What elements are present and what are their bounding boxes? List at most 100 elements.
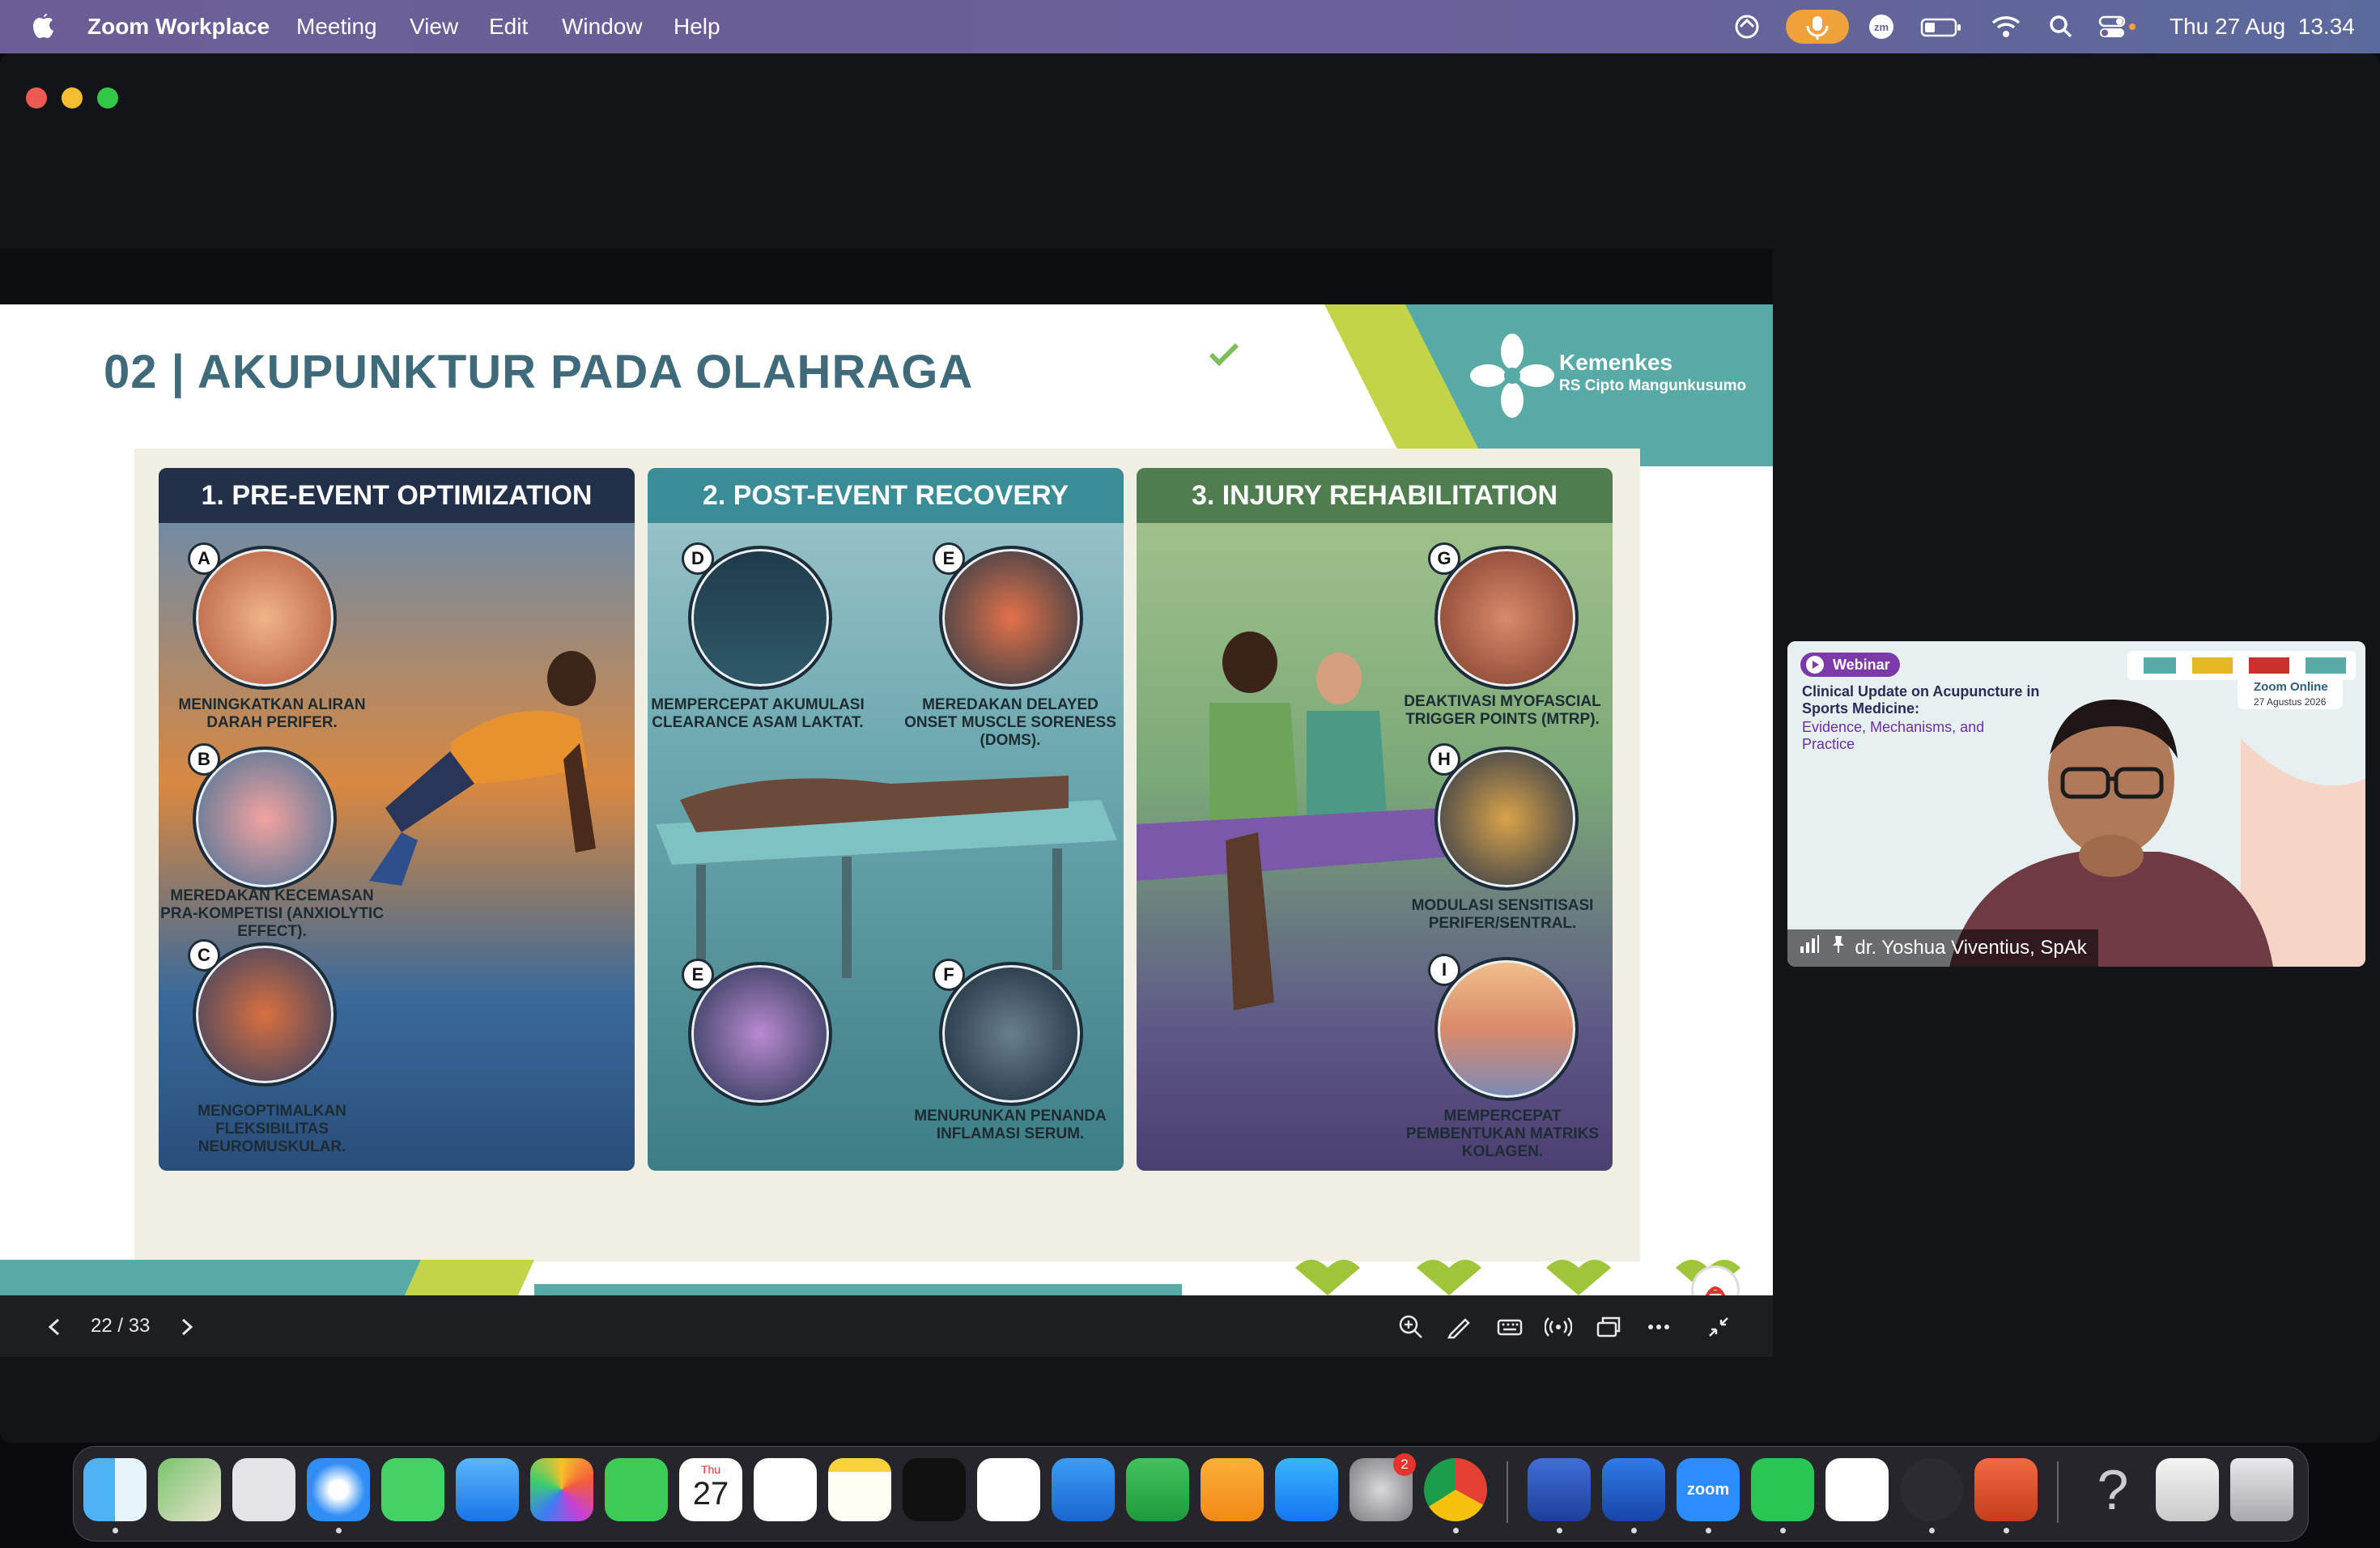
window-mode-icon[interactable] bbox=[1595, 1313, 1622, 1341]
item-badge: D bbox=[682, 542, 714, 575]
freeform-icon[interactable] bbox=[977, 1458, 1040, 1521]
app-store-icon[interactable] bbox=[1275, 1458, 1338, 1521]
item-badge: H bbox=[1428, 743, 1460, 776]
item-caption: MENGOPTIMALKAN FLEKSIBILITAS NEUROMUSKUL… bbox=[198, 1103, 346, 1155]
shared-screen-top bbox=[0, 249, 1773, 304]
menu-view[interactable]: View bbox=[410, 0, 458, 53]
safari-icon[interactable] bbox=[307, 1458, 370, 1521]
clock[interactable]: Thu 27 Aug 13.34 bbox=[2170, 0, 2355, 53]
running-indicator bbox=[113, 1528, 118, 1533]
app-menu[interactable]: Zoom Workplace bbox=[87, 0, 270, 53]
calendar-month: Thu bbox=[700, 1463, 721, 1476]
minimize-window-button[interactable] bbox=[62, 87, 83, 108]
item-badge: E bbox=[682, 959, 714, 991]
control-center-icon[interactable] bbox=[2098, 13, 2137, 40]
keyboard-icon[interactable] bbox=[1496, 1313, 1524, 1341]
pages-icon[interactable] bbox=[1201, 1458, 1264, 1521]
maps-icon[interactable] bbox=[158, 1458, 221, 1521]
item-badge: G bbox=[1428, 542, 1460, 575]
help-question-icon[interactable]: ? bbox=[2081, 1458, 2144, 1521]
slide-footer-stripe bbox=[0, 1260, 1773, 1295]
logo-title: Kemenkes bbox=[1559, 350, 1673, 375]
numbers-icon[interactable] bbox=[1126, 1458, 1189, 1521]
trash-icon[interactable] bbox=[2230, 1458, 2293, 1521]
facetime-icon[interactable] bbox=[605, 1458, 668, 1521]
panel-heading: 3. INJURY REHABILITATION bbox=[1137, 468, 1613, 523]
broadcast-icon[interactable] bbox=[1544, 1313, 1573, 1341]
notification-badge: 2 bbox=[1393, 1453, 1416, 1476]
calendar-day: 27 bbox=[692, 1476, 729, 1512]
powerpoint-icon[interactable] bbox=[1974, 1458, 2038, 1521]
presenter-video bbox=[1949, 699, 2273, 967]
calendar-icon[interactable]: Thu 27 bbox=[679, 1458, 742, 1521]
participant-video-tile[interactable]: Webinar Clinical Update on Acupuncture i… bbox=[1787, 641, 2365, 967]
battery-icon[interactable] bbox=[1920, 13, 1961, 40]
item-badge: F bbox=[933, 959, 965, 991]
item-badge: A bbox=[188, 542, 220, 575]
finder-icon[interactable] bbox=[83, 1458, 147, 1521]
running-indicator bbox=[1780, 1528, 1786, 1533]
notes-icon[interactable] bbox=[828, 1458, 891, 1521]
launchpad-icon[interactable] bbox=[232, 1458, 295, 1521]
next-slide-button[interactable] bbox=[173, 1313, 201, 1341]
item-caption: MENINGKATKAN ALIRAN DARAH PERIFER. bbox=[178, 696, 366, 731]
mail-icon[interactable] bbox=[456, 1458, 519, 1521]
presentation-control-bar: 22 / 33 bbox=[0, 1295, 1773, 1357]
zoom-app-icon[interactable]: zoom bbox=[1677, 1458, 1740, 1521]
menu-meeting[interactable]: Meeting bbox=[296, 0, 377, 53]
previous-slide-button[interactable] bbox=[40, 1313, 68, 1341]
keynote-icon[interactable] bbox=[1052, 1458, 1115, 1521]
page-indicator: 22 / 33 bbox=[91, 1315, 151, 1337]
downloads-stack-icon[interactable] bbox=[2156, 1458, 2219, 1521]
dock-separator bbox=[2057, 1461, 2059, 1523]
item-caption: DEAKTIVASI MYOFASCIAL TRIGGER POINTS (MT… bbox=[1404, 693, 1601, 728]
webinar-label: Webinar bbox=[1833, 657, 1890, 673]
exit-fullscreen-icon[interactable] bbox=[1705, 1313, 1732, 1341]
apple-tv-icon[interactable] bbox=[903, 1458, 966, 1521]
reminders-icon[interactable] bbox=[754, 1458, 817, 1521]
more-options-icon[interactable] bbox=[1645, 1313, 1672, 1341]
participant-name-tag: dr. Yoshua Viventius, SpAk bbox=[1787, 929, 2098, 967]
maximize-window-button[interactable] bbox=[97, 87, 118, 108]
annotate-pen-icon[interactable] bbox=[1446, 1313, 1473, 1341]
running-indicator bbox=[1631, 1528, 1637, 1533]
obs-icon[interactable] bbox=[1900, 1458, 1963, 1521]
word-icon[interactable] bbox=[1602, 1458, 1665, 1521]
bluetooth-app-icon[interactable] bbox=[1528, 1458, 1591, 1521]
panel-pre-event: 1. PRE-EVENT OPTIMIZATION A MENINGKATKAN… bbox=[159, 468, 635, 1171]
wifi-icon[interactable] bbox=[1990, 13, 2021, 40]
checkmark-icon bbox=[1208, 342, 1240, 372]
search-icon[interactable] bbox=[2046, 13, 2076, 40]
zoom-menu-icon[interactable]: zm bbox=[1867, 13, 1896, 40]
chrome-icon[interactable] bbox=[1424, 1458, 1487, 1521]
running-indicator bbox=[1929, 1528, 1935, 1533]
quicktime-icon[interactable] bbox=[1825, 1458, 1889, 1521]
zoom-in-icon[interactable] bbox=[1397, 1313, 1425, 1341]
item-caption: MEREDAKAN DELAYED ONSET MUSCLE SORENESS … bbox=[904, 696, 1116, 749]
sprinter-illustration bbox=[369, 651, 596, 886]
photos-icon[interactable] bbox=[530, 1458, 593, 1521]
logo-subtitle: RS Cipto Mangunkusumo bbox=[1559, 377, 1747, 394]
screen-share-icon[interactable] bbox=[1732, 13, 1762, 40]
menu-help[interactable]: Help bbox=[674, 0, 720, 53]
running-indicator bbox=[1706, 1528, 1711, 1533]
apple-icon[interactable] bbox=[31, 0, 55, 53]
messages-icon[interactable] bbox=[381, 1458, 444, 1521]
close-window-button[interactable] bbox=[26, 87, 47, 108]
panel-heading: 2. POST-EVENT RECOVERY bbox=[648, 468, 1124, 523]
microphone-indicator[interactable] bbox=[1786, 10, 1849, 44]
macos-dock: Thu 27 2 zoom ? bbox=[73, 1446, 2309, 1542]
participant-name: dr. Yoshua Viventius, SpAk bbox=[1855, 937, 2087, 959]
whatsapp-icon[interactable] bbox=[1751, 1458, 1814, 1521]
menu-window[interactable]: Window bbox=[562, 0, 643, 53]
slide-title: 02 | AKUPUNKTUR PADA OLAHRAGA bbox=[104, 346, 974, 398]
panel-heading: 1. PRE-EVENT OPTIMIZATION bbox=[159, 468, 635, 523]
menu-edit[interactable]: Edit bbox=[489, 0, 528, 53]
kemenkes-logo-icon bbox=[1470, 334, 1554, 422]
panel-post-event: 2. POST-EVENT RECOVERY D MEMPERCEPAT AKU… bbox=[648, 468, 1124, 1171]
pin-icon bbox=[1830, 930, 1847, 967]
pdf-reader-icon[interactable] bbox=[1694, 1268, 1737, 1295]
item-caption: MEMPERCEPAT PEMBENTUKAN MATRIKS KOLAGEN. bbox=[1405, 1108, 1600, 1160]
item-caption: MEREDAKAN KECEMASAN PRA-KOMPETISI (ANXIO… bbox=[160, 887, 384, 940]
item-badge: E bbox=[933, 542, 965, 575]
